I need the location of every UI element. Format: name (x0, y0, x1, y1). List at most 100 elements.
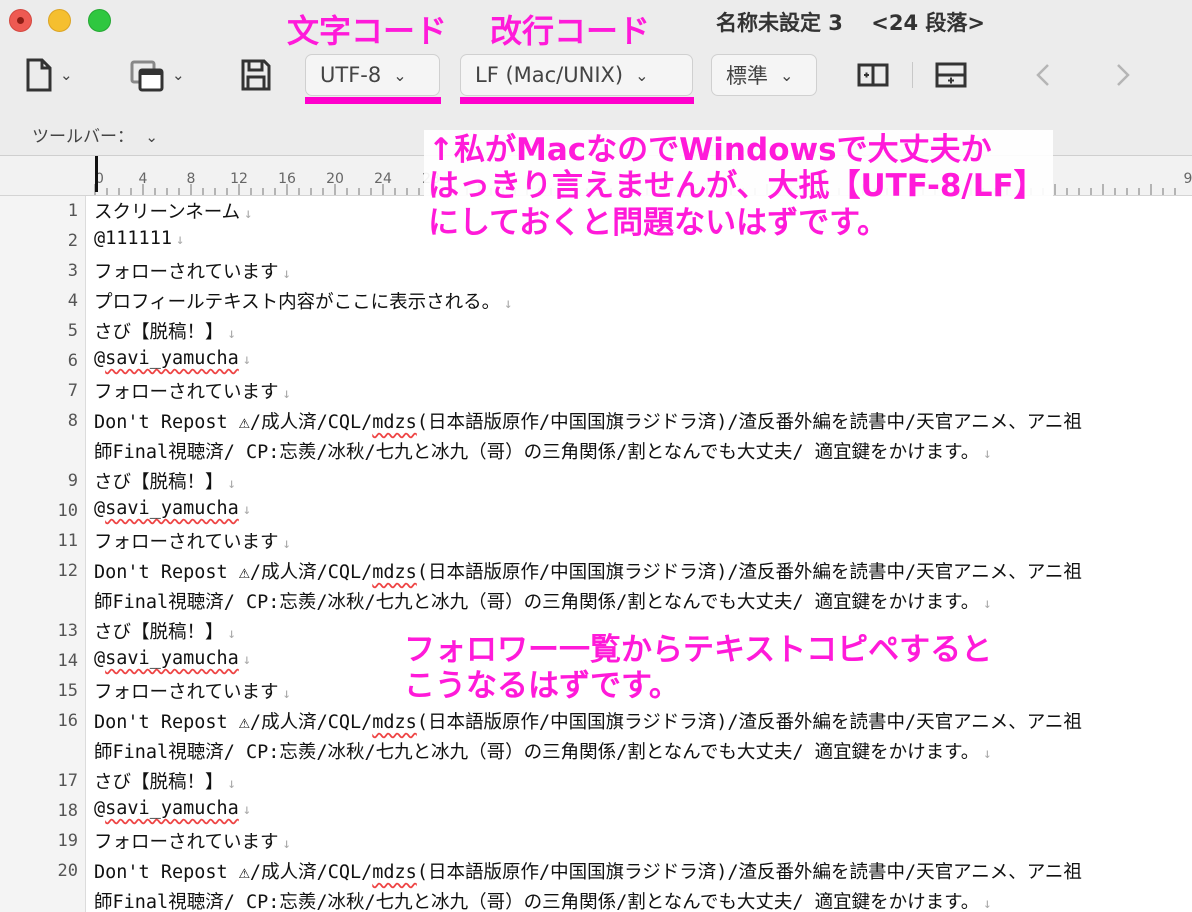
misspelled-word: savi_yamucha (105, 798, 239, 819)
line-number: 15 (57, 681, 78, 701)
encoding-value: UTF-8 (320, 63, 382, 87)
save-icon (241, 59, 271, 91)
close-window-button[interactable] (9, 9, 32, 32)
line-text: フォローされています ↓ (94, 832, 291, 853)
misspelled-word: savi_yamucha (105, 648, 239, 669)
line-text: @savi_yamucha ↓ (94, 798, 252, 819)
line-number: 3 (67, 261, 78, 281)
return-mark: ↓ (282, 686, 291, 702)
return-mark: ↓ (983, 446, 992, 462)
return-mark: ↓ (242, 502, 252, 518)
forward-arrow-icon (1117, 64, 1130, 86)
wrapped-line-text: 師Final視聴済/ CP:忘羨/冰秋/七九と冰九（哥）の三角関係/割となんでも… (94, 892, 992, 912)
line-number: 8 (67, 411, 78, 431)
window-title: 名称未設定 3 <24 段落> (716, 11, 985, 35)
new-document-button[interactable]: ⌄ (24, 56, 73, 94)
return-mark: ↓ (244, 206, 253, 222)
editor-line[interactable]: 3 フォローされています ↓ (0, 256, 1192, 286)
chevron-down-icon: ⌄ (60, 66, 73, 84)
editor-line[interactable]: 11 フォローされています ↓ (0, 526, 1192, 556)
line-text: さび【脱稿！】 ↓ (94, 622, 236, 643)
line-text: Don't Repost ⚠/成人済/CQL/mdzs(日本語版原作/中国国旗ラ… (94, 862, 1082, 883)
editor-line[interactable]: 6 @savi_yamucha ↓ (0, 346, 1192, 376)
line-number: 1 (67, 201, 78, 221)
linebreak-select[interactable]: LF (Mac/UNIX) ⌄ (460, 54, 693, 96)
line-number: 2 (67, 231, 78, 251)
editor-line[interactable]: 12 Don't Repost ⚠/成人済/CQL/mdzs(日本語版原作/中国国… (0, 556, 1192, 613)
style-select[interactable]: 標準 ⌄ (711, 54, 817, 96)
wrapped-line-text: 師Final視聴済/ CP:忘羨/冰秋/七九と冰九（哥）の三角関係/割となんでも… (94, 592, 992, 613)
line-text: @savi_yamucha ↓ (94, 648, 252, 669)
editor-line[interactable]: 16 Don't Repost ⚠/成人済/CQL/mdzs(日本語版原作/中国国… (0, 706, 1192, 763)
line-text: フォローされています ↓ (94, 532, 291, 553)
editor-line[interactable]: 20 Don't Repost ⚠/成人済/CQL/mdzs(日本語版原作/中国国… (0, 856, 1192, 912)
back-button[interactable] (1034, 56, 1052, 94)
editor-line[interactable]: 17 さび【脱稿！】 ↓ (0, 766, 1192, 796)
return-mark: ↓ (175, 232, 185, 248)
editor-line[interactable]: 7 フォローされています ↓ (0, 376, 1192, 406)
toolbar-divider (912, 62, 913, 88)
toolbar-menu[interactable]: ツールバー： ⌄ (32, 122, 158, 147)
editor-line[interactable]: 10 @savi_yamucha ↓ (0, 496, 1192, 526)
line-text: フォローされています ↓ (94, 682, 291, 703)
split-horizontal-button[interactable] (857, 56, 889, 94)
ruler-tick-label: 24 (374, 171, 392, 187)
return-mark: ↓ (282, 536, 291, 552)
split-horizontal-icon (857, 63, 889, 87)
encoding-advice-note: ↑私がMacなのでWindowsで大丈夫か はっきり言えませんが、大抵【UTF-… (424, 130, 1053, 245)
ruler-tick-label: 20 (326, 171, 344, 187)
line-text: Don't Repost ⚠/成人済/CQL/mdzs(日本語版原作/中国国旗ラ… (94, 412, 1082, 433)
line-text: さび【脱稿！】 ↓ (94, 772, 236, 793)
return-mark: ↓ (282, 266, 291, 282)
forward-button[interactable] (1114, 56, 1132, 94)
return-mark: ↓ (242, 652, 252, 668)
text-editor[interactable]: 1 スクリーンネーム ↓ 2 @111111 ↓ 3 フォローされています ↓ 4 プロフィールテキ… (0, 196, 1192, 912)
line-number: 4 (67, 291, 78, 311)
window-menu-button[interactable]: ⌄ (130, 56, 185, 94)
chevron-down-icon: ⌄ (145, 128, 158, 146)
return-mark: ↓ (983, 596, 992, 612)
line-text: フォローされています ↓ (94, 262, 291, 283)
back-arrow-icon (1036, 64, 1049, 86)
new-document-icon (26, 58, 52, 92)
line-number: 16 (57, 711, 78, 731)
encoding-annotation: 文字コード (287, 12, 448, 50)
editor-line[interactable]: 5 さび【脱稿！】 ↓ (0, 316, 1192, 346)
wrapped-line-text: 師Final視聴済/ CP:忘羨/冰秋/七九と冰九（哥）の三角関係/割となんでも… (94, 442, 992, 463)
return-mark: ↓ (282, 386, 291, 402)
editor-line[interactable]: 8 Don't Repost ⚠/成人済/CQL/mdzs(日本語版原作/中国国旗… (0, 406, 1192, 463)
line-number: 6 (67, 351, 78, 371)
misspelled-word: mdzs (372, 712, 417, 733)
split-vertical-button[interactable] (935, 56, 967, 94)
line-number: 12 (57, 561, 78, 581)
line-number: 14 (57, 651, 78, 671)
line-number: 19 (57, 831, 78, 851)
return-mark: ↓ (983, 746, 992, 762)
line-number: 11 (57, 531, 78, 551)
line-text: プロフィールテキスト内容がここに表示される。 ↓ (94, 292, 513, 313)
line-number: 7 (67, 381, 78, 401)
return-mark: ↓ (504, 296, 513, 312)
ruler-tick-label: 12 (230, 171, 248, 187)
line-number: 18 (57, 801, 78, 821)
return-mark: ↓ (242, 802, 252, 818)
style-value: 標準 (726, 64, 768, 88)
return-mark: ↓ (227, 326, 236, 342)
linebreak-highlight (460, 97, 694, 104)
encoding-select[interactable]: UTF-8 ⌄ (305, 54, 440, 96)
line-number: 9 (67, 471, 78, 491)
minimize-window-button[interactable] (48, 9, 71, 32)
line-text: @111111 ↓ (94, 228, 185, 249)
ruler-tick-label: 8 (187, 171, 196, 187)
maximize-window-button[interactable] (88, 9, 111, 32)
line-text: Don't Repost ⚠/成人済/CQL/mdzs(日本語版原作/中国国旗ラ… (94, 712, 1082, 733)
misspelled-word: savi_yamucha (105, 498, 239, 519)
editor-line[interactable]: 9 さび【脱稿！】 ↓ (0, 466, 1192, 496)
save-button[interactable] (240, 56, 272, 94)
editor-line[interactable]: 19 フォローされています ↓ (0, 826, 1192, 856)
editor-line[interactable]: 18 @savi_yamucha ↓ (0, 796, 1192, 826)
line-text: さび【脱稿！】 ↓ (94, 322, 236, 343)
misspelled-word: mdzs (372, 862, 417, 883)
ruler-tick-label: 16 (278, 171, 296, 187)
editor-line[interactable]: 4 プロフィールテキスト内容がここに表示される。 ↓ (0, 286, 1192, 316)
